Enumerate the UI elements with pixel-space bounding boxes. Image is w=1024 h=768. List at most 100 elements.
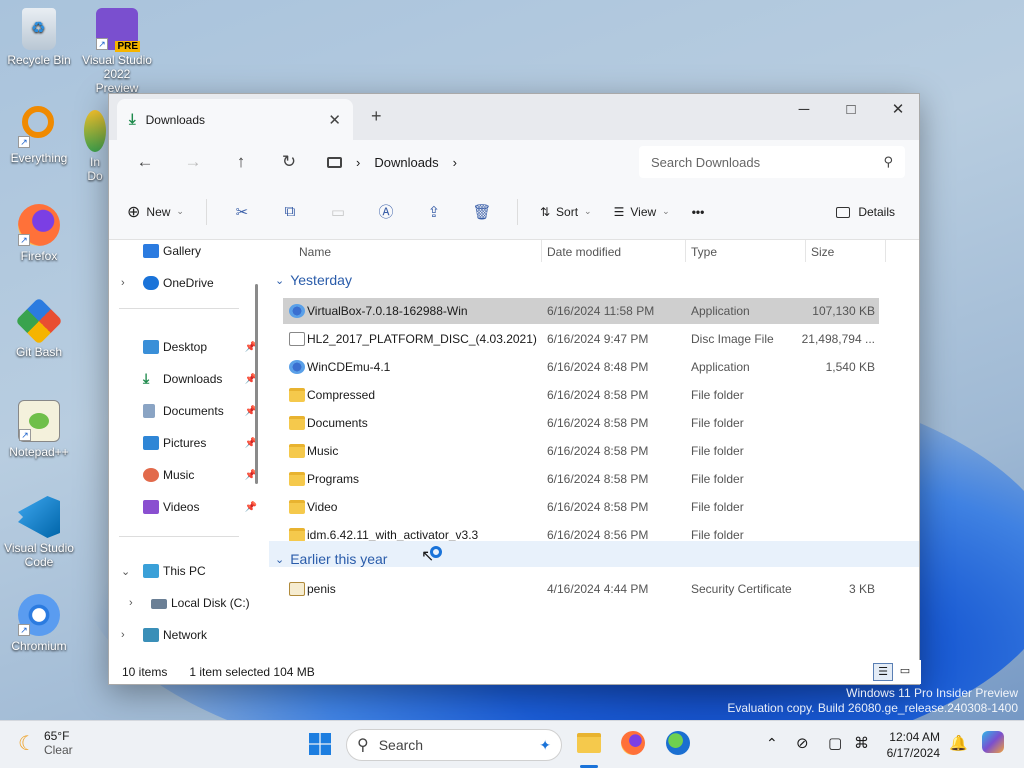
globe-taskbar-icon[interactable] [666, 731, 690, 755]
tab-downloads[interactable]: ⤓ Downloads ✕ [117, 99, 353, 140]
sidebar-item-music[interactable]: Music 📌 [109, 462, 259, 488]
group-header-earlier[interactable]: ⌄ Earlier this year [275, 551, 387, 567]
file-explorer-taskbar-icon[interactable] [577, 733, 601, 753]
tab-close-button[interactable]: ✕ [328, 111, 341, 129]
details-button[interactable]: Details [836, 196, 895, 228]
file-name: Documents [307, 416, 368, 430]
weather-widget[interactable]: ☾ 65°F Clear [18, 729, 73, 757]
forward-button[interactable]: → [169, 152, 217, 172]
taskbar-search-box[interactable]: ⚲ Search ✦ [346, 729, 562, 761]
sidebar-item-downloads[interactable]: ⤓ Downloads 📌 [109, 366, 259, 392]
view-icon: ☰ [613, 204, 625, 219]
file-type: Security Certificate [691, 582, 792, 596]
file-row[interactable]: HL2_2017_PLATFORM_DISC_(4.03.2021) 6/16/2… [283, 326, 879, 352]
sidebar-item-network[interactable]: › Network [109, 622, 259, 648]
copy-icon[interactable]: ⧉ [277, 203, 303, 220]
sidebar-item-gallery[interactable]: Gallery [109, 238, 259, 264]
up-button[interactable]: ↑ [217, 152, 265, 172]
file-row[interactable]: Compressed 6/16/2024 8:58 PM File folder [283, 382, 879, 408]
desktop-icon-vscode[interactable]: Visual Studio Code [4, 496, 74, 569]
notepadpp-icon: ↗ [18, 400, 60, 442]
close-window-button[interactable]: ✕ [875, 98, 921, 122]
copilot-icon[interactable] [982, 731, 1004, 753]
desktop-icon-everything[interactable]: ↗ Everything [4, 106, 74, 165]
file-type: File folder [691, 528, 744, 542]
file-name: penis [307, 582, 336, 596]
column-separator[interactable] [885, 240, 886, 262]
network-disconnected-icon[interactable]: ⊘ [796, 734, 809, 752]
desktop-icon-chromium[interactable]: ↗ Chromium [4, 594, 74, 653]
desktop-icon-git-bash[interactable]: Git Bash [4, 297, 74, 359]
file-row[interactable]: Documents 6/16/2024 8:58 PM File folder [283, 410, 879, 436]
breadcrumb-item-downloads[interactable]: Downloads [374, 155, 438, 170]
refresh-button[interactable]: ↻ [265, 152, 313, 172]
cut-icon[interactable]: ✂ [229, 203, 255, 221]
sidebar-item-label: Local Disk (C:) [171, 596, 250, 610]
sidebar-item-videos[interactable]: Videos 📌 [109, 494, 259, 520]
share-icon[interactable]: ⇪ [421, 203, 447, 221]
sort-button[interactable]: ⇅ Sort ⌄ [540, 196, 592, 228]
view-button[interactable]: ☰ View ⌄ [614, 196, 670, 228]
new-tab-button[interactable]: + [371, 106, 382, 127]
file-date: 4/16/2024 4:44 PM [547, 582, 649, 596]
new-button[interactable]: ⊕ New ⌄ [127, 196, 184, 228]
sidebar-item-documents[interactable]: Documents 📌 [109, 398, 259, 424]
search-input[interactable]: Search Downloads ⚲ [639, 146, 905, 178]
sidebar-item-local-disk[interactable]: › Local Disk (C:) [109, 590, 259, 616]
desktop-icon-label: Visual Studio 2022 Preview [82, 53, 152, 95]
watermark-line: Windows 11 Pro Insider Preview [846, 686, 1018, 700]
tiles-view-button[interactable]: ▭ [895, 663, 915, 681]
divider [119, 536, 239, 537]
minimize-button[interactable]: ─ [781, 98, 827, 122]
sidebar-item-pictures[interactable]: Pictures 📌 [109, 430, 259, 456]
file-row[interactable]: Video 6/16/2024 8:58 PM File folder [283, 494, 879, 520]
sidebar-item-desktop[interactable]: Desktop 📌 [109, 334, 259, 360]
column-type[interactable]: Type [691, 245, 717, 259]
column-date[interactable]: Date modified [547, 245, 621, 259]
language-icon[interactable]: ⌘ [854, 734, 869, 752]
notification-bell-icon[interactable]: 🔔 [949, 734, 968, 752]
desktop-icon-recycle-bin[interactable]: ♻ Recycle Bin [4, 8, 74, 67]
desktop-icon-partial[interactable]: In Do [82, 110, 108, 183]
desktop-icon-notepadpp[interactable]: ↗ Notepad++ [4, 400, 74, 459]
column-size[interactable]: Size [811, 245, 834, 259]
sidebar-item-onedrive[interactable]: › OneDrive [109, 270, 259, 296]
sidebar-item-label: Documents [163, 404, 224, 418]
column-name[interactable]: Name [299, 245, 331, 259]
column-separator[interactable] [541, 240, 542, 262]
file-size: 107,130 KB [812, 304, 875, 318]
sidebar-item-this-pc[interactable]: ⌄ This PC [109, 558, 259, 584]
file-row[interactable]: Programs 6/16/2024 8:58 PM File folder [283, 466, 879, 492]
column-separator[interactable] [685, 240, 686, 262]
rename-icon[interactable]: Ⓐ [373, 201, 399, 222]
display-icon[interactable]: ▢ [828, 734, 842, 752]
column-header: Name Date modified Type Size [269, 240, 919, 266]
group-header-yesterday[interactable]: ⌄ Yesterday [275, 272, 352, 288]
chevron-down-icon: ⌄ [121, 565, 131, 578]
clock[interactable]: 12:04 AM 6/17/2024 [878, 729, 940, 761]
file-row[interactable]: Music 6/16/2024 8:58 PM File folder [283, 438, 879, 464]
more-options-button[interactable]: ••• [692, 196, 705, 228]
delete-icon[interactable]: 🗑 [469, 203, 495, 221]
file-name: Music [307, 444, 339, 458]
chevron-up-icon[interactable]: ⌃ [766, 735, 778, 752]
column-separator[interactable] [805, 240, 806, 262]
app-icon [84, 110, 106, 152]
firefox-taskbar-icon[interactable] [621, 731, 645, 755]
desktop-icon-firefox[interactable]: ↗ Firefox [4, 204, 74, 263]
file-row[interactable]: WinCDEmu-4.1 6/16/2024 8:48 PM Application… [283, 354, 879, 380]
desktop-icon-visual-studio-preview[interactable]: ↗ PRE Visual Studio 2022 Preview [82, 8, 152, 95]
navigation-pane: Gallery › OneDrive Desktop 📌 ⤓ Downloads 📌 D… [109, 240, 269, 660]
file-type: File folder [691, 500, 744, 514]
paste-icon[interactable]: ▭ [325, 203, 351, 221]
breadcrumb[interactable]: › Downloads › [323, 146, 639, 178]
maximize-button[interactable]: □ [828, 98, 874, 122]
file-row[interactable]: penis 4/16/2024 4:44 PM Security Certifica… [283, 576, 879, 602]
back-button[interactable]: ← [121, 152, 169, 172]
sidebar-scrollbar[interactable] [255, 284, 258, 484]
start-icon[interactable] [309, 733, 331, 760]
file-row[interactable]: VirtualBox-7.0.18-162988-Win 6/16/2024 11… [283, 298, 879, 324]
pin-icon: 📌 [244, 501, 257, 513]
folder-icon [289, 528, 305, 542]
details-view-button[interactable]: ☰ [873, 663, 893, 681]
